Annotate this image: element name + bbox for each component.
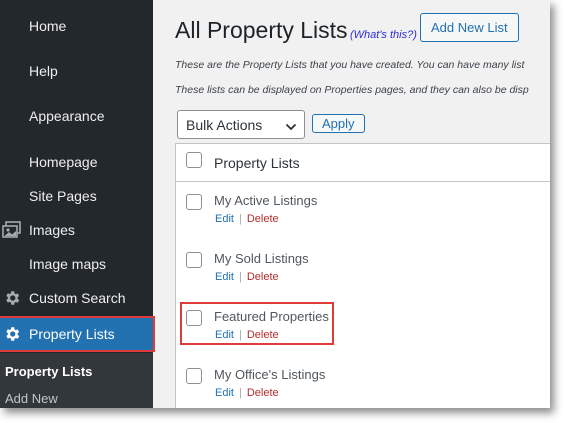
bulk-actions-select[interactable]: Bulk Actions (177, 110, 305, 139)
images-icon (2, 220, 22, 240)
row-checkbox[interactable] (186, 310, 202, 326)
sidebar-item-label: Image maps (29, 256, 107, 272)
row-actions: Edit | Delete (215, 387, 279, 399)
row-title[interactable]: Featured Properties (214, 309, 329, 324)
separator: | (238, 271, 242, 283)
column-header-property-lists: Property Lists (214, 155, 300, 171)
delete-link[interactable]: Delete (247, 387, 279, 399)
add-new-list-button[interactable]: Add New List (420, 13, 519, 42)
sidebar-item-label: Appearance (29, 108, 105, 124)
sidebar-item-label: Help (29, 63, 58, 79)
delete-link[interactable]: Delete (247, 213, 279, 225)
sidebar-item-appearance[interactable]: Appearance (0, 99, 153, 133)
sidebar-item-help[interactable]: Help (0, 54, 153, 88)
row-actions: Edit | Delete (215, 271, 279, 283)
sidebar-item-label: Custom Search (29, 290, 126, 306)
sidebar-item-label: Homepage (29, 154, 98, 170)
row-actions: Edit | Delete (215, 213, 279, 225)
table-row: My Office's Listings Edit | Delete (176, 360, 550, 408)
sidebar-item-label: Home (29, 18, 67, 34)
intro-text: These lists can be displayed on Properti… (175, 84, 529, 96)
main-content: All Property Lists (What's this?) Add Ne… (153, 0, 550, 408)
gear-icon (2, 288, 22, 308)
delete-link[interactable]: Delete (247, 329, 279, 341)
sidebar-item-custom-search[interactable]: Custom Search (0, 281, 153, 315)
whats-this-link[interactable]: (What's this?) (350, 29, 417, 41)
sidebar-item-label: Property Lists (29, 326, 115, 342)
sidebar-item-property-lists[interactable]: Property Lists (0, 317, 153, 351)
row-title[interactable]: My Sold Listings (214, 251, 309, 266)
admin-sidebar: Home Help Appearance Homepage Site Pages… (0, 0, 155, 408)
row-checkbox[interactable] (186, 194, 202, 210)
table-row: My Sold Listings Edit | Delete (176, 244, 550, 302)
row-actions: Edit | Delete (215, 329, 279, 341)
sidebar-item-label: Images (29, 222, 75, 238)
gear-icon (2, 324, 22, 344)
sidebar-item-images[interactable]: Images (0, 213, 153, 247)
edit-link[interactable]: Edit (215, 387, 234, 399)
chevron-down-icon (285, 119, 297, 135)
row-title[interactable]: My Office's Listings (214, 367, 325, 382)
row-title[interactable]: My Active Listings (214, 193, 317, 208)
row-checkbox[interactable] (186, 368, 202, 384)
table-row: Featured Properties Edit | Delete (176, 302, 550, 360)
page-title: All Property Lists (175, 17, 348, 43)
row-checkbox[interactable] (186, 252, 202, 268)
table-row: My Active Listings Edit | Delete (176, 186, 550, 244)
separator: | (238, 329, 242, 341)
edit-link[interactable]: Edit (215, 213, 234, 225)
apply-button[interactable]: Apply (312, 114, 365, 133)
delete-link[interactable]: Delete (247, 271, 279, 283)
table-header: Property Lists (176, 144, 550, 182)
sidebar-item-image-maps[interactable]: Image maps (0, 247, 153, 281)
sidebar-submenu: Property Lists Add New (0, 353, 153, 408)
submenu-item-property-lists[interactable]: Property Lists (5, 364, 92, 379)
sidebar-item-site-pages[interactable]: Site Pages (0, 179, 153, 213)
sidebar-item-homepage[interactable]: Homepage (0, 145, 153, 179)
property-lists-table: Property Lists My Active Listings Edit | D… (175, 143, 550, 408)
separator: | (238, 387, 242, 399)
sidebar-item-home[interactable]: Home (0, 9, 153, 43)
edit-link[interactable]: Edit (215, 329, 234, 341)
sidebar-item-label: Site Pages (29, 188, 97, 204)
separator: | (238, 213, 242, 225)
intro-text: These are the Property Lists that you ha… (175, 59, 525, 71)
app-window: Home Help Appearance Homepage Site Pages… (0, 0, 550, 408)
select-all-checkbox[interactable] (186, 152, 202, 168)
edit-link[interactable]: Edit (215, 271, 234, 283)
submenu-item-add-new[interactable]: Add New (5, 391, 58, 406)
bulk-actions-value: Bulk Actions (186, 117, 263, 133)
